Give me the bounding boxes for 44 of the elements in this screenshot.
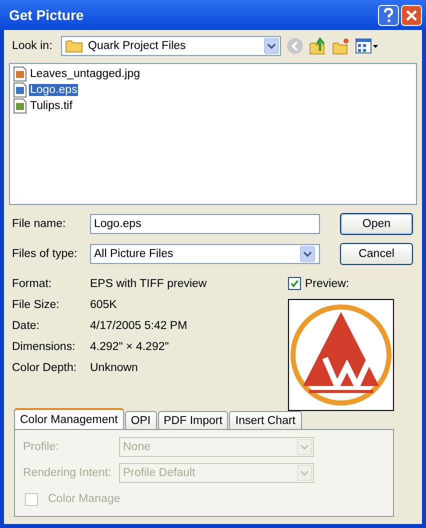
window-title: Get Picture: [9, 7, 84, 23]
help-icon[interactable]: [378, 4, 399, 26]
file-icon: [13, 98, 27, 114]
info-label: Date:: [12, 320, 40, 332]
info-value: EPS with TIFF preview: [90, 278, 207, 290]
tab[interactable]: Insert Chart: [229, 411, 302, 429]
file-icon: [13, 82, 27, 98]
info-label: Dimensions:: [12, 340, 76, 352]
file-name-field[interactable]: Logo.eps: [90, 214, 320, 234]
file-name-label: File name:: [12, 218, 67, 230]
file-item[interactable]: Tulips.tif: [29, 100, 74, 112]
look-in-dropdown[interactable]: Quark Project Files: [61, 36, 281, 56]
info-value: 605K: [90, 298, 117, 310]
info-value: 4/17/2005 5:42 PM: [90, 320, 188, 332]
up-folder-icon[interactable]: [309, 37, 327, 55]
tab[interactable]: OPI: [124, 411, 157, 429]
tab[interactable]: Color Management: [14, 408, 124, 429]
view-menu-icon[interactable]: [355, 37, 379, 55]
tab[interactable]: PDF Import: [158, 411, 228, 429]
new-folder-icon[interactable]: [332, 37, 350, 55]
info-value: Unknown: [90, 362, 138, 374]
file-type-dropdown[interactable]: All Picture Files: [90, 244, 320, 264]
info-value: 4.292" × 4.292": [90, 340, 169, 352]
field-label: Profile:: [23, 441, 60, 453]
preview-label: Preview:: [305, 278, 350, 290]
file-icon: [13, 66, 27, 82]
folder-icon: [65, 39, 83, 53]
file-item[interactable]: Logo.eps: [29, 84, 78, 96]
chevron-icon: [300, 444, 309, 450]
field-label: Rendering Intent:: [23, 467, 112, 479]
chevron-icon: [300, 470, 309, 476]
color-manage-label: Color Manage: [48, 493, 120, 505]
look-in-label: Look in:: [12, 40, 54, 52]
file-type-label: Files of type:: [12, 248, 78, 260]
info-label: File Size:: [12, 298, 60, 310]
chevron-icon: [303, 251, 312, 257]
preview-checkbox[interactable]: [288, 277, 301, 290]
info-label: Format:: [12, 278, 53, 290]
info-label: Color Depth:: [12, 362, 78, 374]
file-item[interactable]: Leaves_untagged.jpg: [29, 68, 141, 80]
chevron-icon: [267, 43, 276, 49]
open-button[interactable]: Open: [340, 213, 413, 235]
cancel-button[interactable]: Cancel: [340, 243, 413, 265]
close-icon[interactable]: [401, 4, 422, 26]
